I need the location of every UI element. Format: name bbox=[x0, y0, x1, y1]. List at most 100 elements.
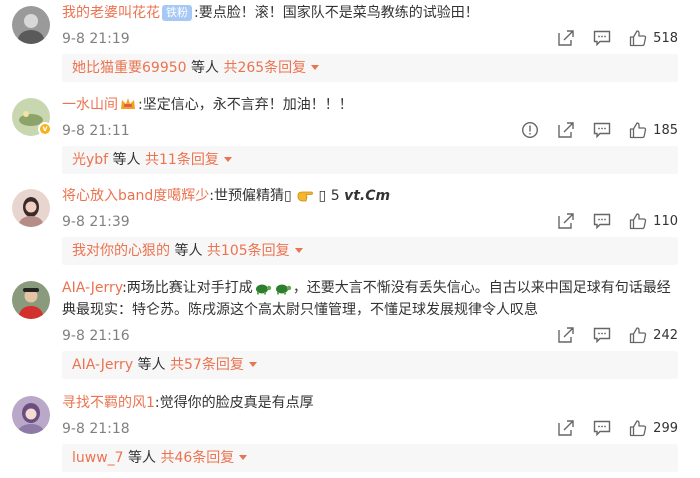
reply-count[interactable]: 共265条回复 bbox=[223, 60, 306, 76]
reply-summary[interactable]: 我对你的心狠的 等人 共105条回复 bbox=[62, 237, 678, 265]
chevron-down-icon bbox=[294, 248, 303, 253]
share-icon bbox=[558, 122, 574, 138]
comment-body-tail: 5 bbox=[330, 188, 340, 204]
comment-actions: 110 bbox=[539, 211, 678, 231]
reply-username[interactable]: 她比猫重要69950 bbox=[72, 60, 187, 76]
share-icon bbox=[558, 420, 574, 436]
thumbs-up-icon bbox=[630, 122, 647, 139]
comment-actions: 518 bbox=[539, 28, 678, 48]
comment-time: 9-8 21:16 bbox=[62, 328, 130, 344]
like-button[interactable]: 518 bbox=[629, 29, 678, 47]
avatar[interactable] bbox=[12, 281, 50, 319]
comment-button[interactable] bbox=[593, 419, 611, 437]
comment-button[interactable] bbox=[593, 121, 611, 139]
comment-actions: 299 bbox=[539, 418, 678, 438]
comment-text: 将心放入band度噶辉少:世预僱精猜▯ ▯ 5 vt.Cm bbox=[62, 185, 678, 207]
comment-icon bbox=[593, 213, 611, 230]
comment-body: :坚定信心，永不言弃！加油！！！ bbox=[138, 97, 353, 113]
comment-button[interactable] bbox=[593, 29, 611, 47]
comment-icon bbox=[593, 122, 611, 139]
comment-body-box: ▯ bbox=[314, 188, 331, 204]
reply-count[interactable]: 共105条回复 bbox=[207, 243, 290, 259]
like-button[interactable]: 110 bbox=[629, 212, 678, 230]
reply-summary[interactable]: luww_7 等人 共46条回复 bbox=[62, 444, 678, 472]
reply-username[interactable]: 我对你的心狠的 bbox=[72, 243, 170, 259]
share-button[interactable] bbox=[557, 212, 575, 230]
comment-icon bbox=[593, 327, 611, 344]
comment-icon bbox=[593, 30, 611, 47]
comment-text: AIA-Jerry:两场比赛让对手打成 ，还要大言不惭没有丢失信心。自古以来中国足… bbox=[62, 277, 678, 321]
like-button[interactable]: 242 bbox=[629, 326, 678, 344]
comment-text: 我的老婆叫花花 铁粉:要点脸！滚！国家队不是菜鸟教练的试验田！ bbox=[62, 2, 678, 24]
reply-connector: 等人 bbox=[123, 450, 161, 466]
comment-username[interactable]: 我的老婆叫花花 bbox=[62, 5, 160, 21]
reply-connector: 等人 bbox=[108, 152, 146, 168]
comment-time: 9-8 21:39 bbox=[62, 214, 130, 230]
reply-count[interactable]: 共46条回复 bbox=[160, 450, 234, 466]
reply-connector: 等人 bbox=[186, 60, 224, 76]
comment-body: :世预僱精猜▯ bbox=[209, 188, 297, 204]
comment-icon bbox=[593, 420, 611, 437]
thumbs-up-icon bbox=[630, 30, 647, 47]
thumbs-up-icon bbox=[630, 327, 647, 344]
report-button[interactable] bbox=[521, 121, 539, 139]
avatar[interactable] bbox=[12, 6, 50, 44]
thumbs-up-icon bbox=[630, 420, 647, 437]
comment-actions: 242 bbox=[539, 325, 678, 345]
turtle-icon bbox=[275, 284, 292, 295]
reply-count[interactable]: 共11条回复 bbox=[145, 152, 219, 168]
reply-summary[interactable]: 她比猫重要69950 等人 共265条回复 bbox=[62, 54, 678, 82]
like-count: 110 bbox=[653, 213, 678, 229]
report-icon bbox=[522, 121, 539, 139]
like-count: 185 bbox=[653, 122, 678, 138]
like-count: 518 bbox=[653, 30, 678, 46]
reply-count[interactable]: 共57条回复 bbox=[170, 357, 244, 373]
comment-time: 9-8 21:11 bbox=[62, 123, 130, 139]
chevron-down-icon bbox=[248, 362, 257, 367]
share-button[interactable] bbox=[557, 419, 575, 437]
comment-username[interactable]: 一水山间 bbox=[62, 97, 118, 113]
share-icon bbox=[558, 327, 574, 343]
like-button[interactable]: 185 bbox=[629, 121, 678, 139]
share-icon bbox=[558, 213, 574, 229]
comment-body: :觉得你的脸皮真是有点厚 bbox=[154, 395, 314, 411]
comment-username[interactable]: 寻找不羁的风1 bbox=[62, 395, 155, 411]
reply-connector: 等人 bbox=[133, 357, 171, 373]
chevron-down-icon bbox=[311, 65, 320, 70]
comment-body: :两场比赛让对手打成 bbox=[122, 280, 253, 296]
comment-body: :要点脸！滚！国家队不是菜鸟教练的试验田！ bbox=[194, 5, 479, 21]
comment-button[interactable] bbox=[593, 212, 611, 230]
comment-time: 9-8 21:19 bbox=[62, 31, 130, 47]
share-button[interactable] bbox=[557, 121, 575, 139]
reply-username[interactable]: AIA-Jerry bbox=[72, 357, 133, 373]
thumbs-up-icon bbox=[630, 213, 647, 230]
comment-text: 寻找不羁的风1:觉得你的脸皮真是有点厚 bbox=[62, 392, 678, 414]
avatar[interactable] bbox=[12, 189, 50, 227]
fan-badge: 铁粉 bbox=[162, 5, 192, 21]
like-count: 242 bbox=[653, 327, 678, 343]
reply-username[interactable]: luww_7 bbox=[72, 450, 124, 466]
comment-username[interactable]: AIA-Jerry bbox=[62, 280, 122, 296]
reply-connector: 等人 bbox=[170, 243, 207, 259]
comment-username[interactable]: 将心放入band度噶辉少 bbox=[62, 188, 209, 204]
share-button[interactable] bbox=[557, 29, 575, 47]
share-button[interactable] bbox=[557, 326, 575, 344]
comment-text: 一水山间 :坚定信心，永不言弃！加油！！！ bbox=[62, 94, 678, 116]
comment-wordmark: vt.Cm bbox=[344, 188, 391, 204]
comment-actions: 185 bbox=[503, 120, 678, 140]
avatar[interactable] bbox=[12, 396, 50, 434]
like-count: 299 bbox=[653, 420, 678, 436]
reply-summary[interactable]: AIA-Jerry 等人 共57条回复 bbox=[62, 351, 678, 379]
comment-button[interactable] bbox=[593, 326, 611, 344]
chevron-down-icon bbox=[223, 157, 232, 162]
reply-username[interactable]: 光ybf bbox=[72, 152, 108, 168]
crown-icon bbox=[121, 98, 135, 109]
reply-summary[interactable]: 光ybf 等人 共11条回复 bbox=[62, 146, 678, 174]
comment-time: 9-8 21:18 bbox=[62, 421, 130, 437]
chevron-down-icon bbox=[239, 455, 248, 460]
verified-badge: v bbox=[38, 122, 52, 136]
pointing-hand-icon bbox=[297, 191, 314, 202]
turtle-icon bbox=[255, 284, 272, 295]
share-icon bbox=[558, 30, 574, 46]
like-button[interactable]: 299 bbox=[629, 419, 678, 437]
